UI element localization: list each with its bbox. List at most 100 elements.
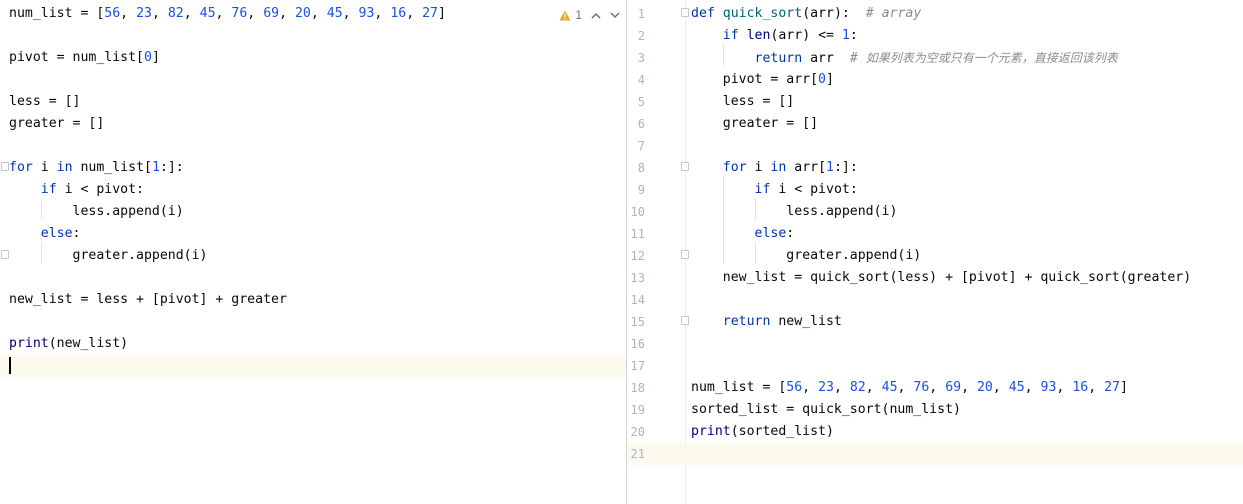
- code-line[interactable]: less.append(i): [0, 201, 626, 223]
- code-line[interactable]: 7: [627, 135, 1243, 157]
- code-token: in: [770, 160, 787, 175]
- code-token: else: [754, 226, 787, 241]
- code-line[interactable]: [0, 69, 626, 91]
- code-token: (sorted_list): [730, 424, 834, 439]
- code-token: ,: [215, 6, 232, 21]
- code-line[interactable]: greater.append(i): [0, 245, 626, 267]
- code-token: ,: [1024, 380, 1041, 395]
- code-line[interactable]: 2 if len(arr) <= 1:: [627, 25, 1243, 47]
- code-line[interactable]: pivot = num_list[0]: [0, 47, 626, 69]
- code-token: len: [746, 28, 771, 43]
- code-token: #: [849, 51, 866, 66]
- code-token: ,: [151, 6, 168, 21]
- code-line[interactable]: 17: [627, 355, 1243, 377]
- code-token: less = []: [691, 94, 795, 109]
- line-number: 4: [637, 73, 645, 87]
- fold-marker-icon[interactable]: [1, 162, 9, 171]
- code-token: 76: [231, 6, 248, 21]
- code-token: 93: [358, 6, 375, 21]
- code-line[interactable]: less = []: [0, 91, 626, 113]
- code-line[interactable]: 16: [627, 333, 1243, 355]
- previous-highlight-chevron-up-icon[interactable]: [591, 12, 601, 19]
- line-number: 1: [637, 7, 645, 21]
- code-line[interactable]: 15 return new_list: [627, 311, 1243, 333]
- code-line[interactable]: if i < pivot:: [0, 179, 626, 201]
- code-token: if: [722, 28, 739, 43]
- line-number: 8: [637, 161, 645, 175]
- code-line[interactable]: 9 if i < pivot:: [627, 179, 1243, 201]
- code-text: for i in num_list[1:]:: [9, 157, 184, 179]
- code-line[interactable]: [0, 311, 626, 333]
- code-line[interactable]: 11 else:: [627, 223, 1243, 245]
- code-line[interactable]: for i in num_list[1:]:: [0, 157, 626, 179]
- code-line[interactable]: 10 less.append(i): [627, 201, 1243, 223]
- warning-indicator[interactable]: 1: [559, 8, 582, 22]
- line-number: 3: [637, 51, 645, 65]
- fold-marker-icon[interactable]: [1, 250, 9, 259]
- code-token: 45: [199, 6, 216, 21]
- code-token: if: [40, 182, 57, 197]
- code-line[interactable]: 1 def quick_sort(arr): # array: [627, 3, 1243, 25]
- fold-marker-icon[interactable]: [681, 162, 689, 171]
- fold-marker-icon[interactable]: [681, 8, 689, 17]
- code-line[interactable]: 6 greater = []: [627, 113, 1243, 135]
- code-line[interactable]: 12 greater.append(i): [627, 245, 1243, 267]
- code-text: if i < pivot:: [691, 179, 858, 201]
- code-token: ,: [342, 6, 359, 21]
- code-token: :]:: [833, 160, 858, 175]
- code-line[interactable]: 21: [627, 443, 1243, 465]
- code-line[interactable]: 8 for i in arr[1:]:: [627, 157, 1243, 179]
- code-line[interactable]: 5 less = []: [627, 91, 1243, 113]
- code-text: greater = []: [691, 113, 818, 135]
- code-token: 76: [913, 380, 930, 395]
- code-token: 23: [136, 6, 152, 21]
- code-token: i: [32, 160, 57, 175]
- code-token: :]:: [159, 160, 184, 175]
- code-line[interactable]: [0, 267, 626, 289]
- code-line[interactable]: [0, 25, 626, 47]
- code-token: num_list[: [72, 160, 152, 175]
- line-number: 20: [630, 425, 645, 439]
- code-line[interactable]: 18 num_list = [56, 23, 82, 45, 76, 69, 20…: [627, 377, 1243, 399]
- line-number: 6: [637, 117, 645, 131]
- code-line[interactable]: [0, 135, 626, 157]
- code-line[interactable]: new_list = less + [pivot] + greater: [0, 289, 626, 311]
- code-line[interactable]: print(new_list): [0, 333, 626, 355]
- code-line[interactable]: 4 pivot = arr[0]: [627, 69, 1243, 91]
- code-text: return new_list: [691, 311, 842, 333]
- code-token: print: [9, 336, 49, 351]
- code-line[interactable]: 20 print(sorted_list): [627, 421, 1243, 443]
- code-text: less = []: [9, 91, 80, 113]
- code-line[interactable]: num_list = [56, 23, 82, 45, 76, 69, 20, …: [0, 3, 626, 25]
- code-token: ]: [1119, 380, 1128, 395]
- fold-marker-icon[interactable]: [681, 316, 689, 325]
- code-line[interactable]: 3 return arr # 如果列表为空或只有一个元素，直接返回该列表: [627, 47, 1243, 69]
- line-number: 21: [630, 447, 645, 461]
- left-editor[interactable]: num_list = [56, 23, 82, 45, 76, 69, 20, …: [0, 0, 627, 504]
- code-token: i: [746, 160, 771, 175]
- indent-guide: [723, 176, 724, 264]
- code-line[interactable]: 13 new_list = quick_sort(less) + [pivot]…: [627, 267, 1243, 289]
- code-token: 69: [945, 380, 962, 395]
- inspection-widget[interactable]: 1: [559, 5, 620, 25]
- code-line[interactable]: 14: [627, 289, 1243, 311]
- code-text: greater.append(i): [691, 245, 921, 267]
- code-token: 1: [151, 160, 160, 175]
- indent-guide: [41, 242, 42, 264]
- code-token: ]: [826, 72, 834, 87]
- line-number: 16: [630, 337, 645, 351]
- code-line[interactable]: else:: [0, 223, 626, 245]
- fold-marker-icon[interactable]: [681, 250, 689, 259]
- code-text: else:: [691, 223, 795, 245]
- next-highlight-chevron-down-icon[interactable]: [610, 11, 620, 19]
- right-editor[interactable]: 1 def quick_sort(arr): # array 2 if len(ar…: [627, 0, 1243, 504]
- code-line[interactable]: [0, 355, 626, 377]
- code-token: ,: [279, 6, 295, 21]
- code-line[interactable]: greater = []: [0, 113, 626, 135]
- code-token: ,: [802, 380, 819, 395]
- line-number: 13: [630, 271, 645, 285]
- code-line[interactable]: 19 sorted_list = quick_sort(num_list): [627, 399, 1243, 421]
- code-text: less.append(i): [691, 201, 897, 223]
